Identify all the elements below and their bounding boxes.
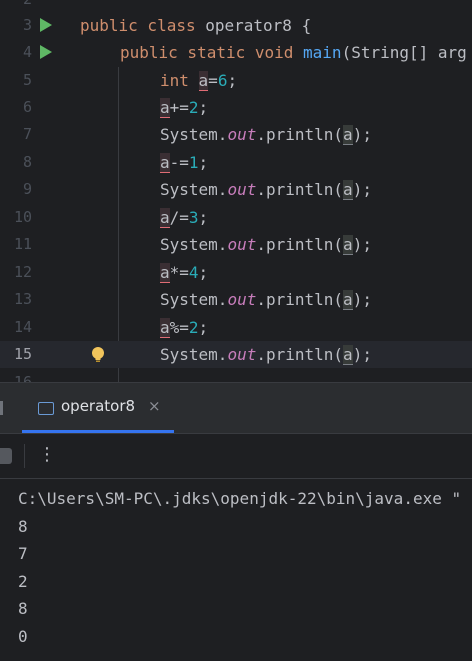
code-text: a*=4; [160,263,209,283]
line-number: 13 [13,290,32,308]
console-command-line: C:\Users\SM-PC\.jdks\openjdk-22\bin\java… [18,489,462,508]
console-output-line: 8 [18,599,28,618]
console-output[interactable]: C:\Users\SM-PC\.jdks\openjdk-22\bin\java… [18,485,461,650]
run-class-icon[interactable] [40,18,52,32]
code-text: a-=1; [160,153,209,173]
run-main-icon[interactable] [40,45,52,59]
line-number: 9 [22,180,32,198]
code-line[interactable]: 13 System.out.println(a); [0,286,472,313]
run-tab-bar: operator8 × [0,383,472,434]
code-line[interactable]: 9 System.out.println(a); [0,176,472,203]
code-line[interactable]: 16 [0,369,472,382]
code-text: System.out.println(a); [160,125,372,145]
code-line[interactable]: 4 public static void main(String[] arg [0,39,472,66]
line-number: 11 [13,235,32,253]
code-text: public static void main(String[] arg [120,43,467,62]
code-text: System.out.println(a); [160,345,372,365]
code-editor[interactable]: 2 3 public class operator8 { 4 public st… [0,0,472,382]
line-number: 16 [13,373,32,382]
run-tool-window: operator8 × ⋮ C:\Users\SM-PC\.jdks\openj… [0,382,472,661]
tab-label: operator8 [61,397,136,415]
code-text: public class operator8 { [80,16,312,35]
line-number: 3 [22,16,32,34]
console-icon [38,402,54,415]
line-number: 15 [13,345,32,363]
code-line[interactable]: 10 a/=3; [0,204,472,231]
line-number: 7 [22,125,32,143]
console-output-line: 0 [18,626,28,646]
toolbar-divider [24,444,25,468]
code-text: System.out.println(a); [160,290,372,310]
code-line[interactable]: 14 a%=2; [0,314,472,341]
run-toolbar: ⋮ [0,434,472,479]
line-number: 5 [22,71,32,89]
tab-bar-edge [0,401,3,415]
code-text: int a=6; [160,71,238,91]
code-line[interactable]: 3 public class operator8 { [0,12,472,39]
console-output-line: 8 [18,516,28,536]
line-number: 14 [13,318,32,336]
line-number: 6 [22,98,32,116]
code-text: a/=3; [160,208,209,228]
stop-icon[interactable] [0,448,12,464]
code-line[interactable]: 8 a-=1; [0,149,472,176]
code-line[interactable]: 6 a+=2; [0,94,472,121]
code-text: System.out.println(a); [160,235,372,255]
console-output-line: 7 [18,544,28,563]
more-options-icon[interactable]: ⋮ [38,444,56,465]
code-text: System.out.println(a); [160,180,372,200]
line-number: 8 [22,153,32,171]
line-number: 12 [13,263,32,281]
lightbulb-icon[interactable] [90,346,106,363]
active-tab-indicator [22,430,174,433]
console-output-line: 2 [18,571,28,591]
code-line[interactable]: 7 System.out.println(a); [0,121,472,148]
line-number: 10 [13,208,32,226]
code-line-current[interactable]: 15 System.out.println(a); [0,341,472,368]
code-text: a+=2; [160,98,209,118]
code-line[interactable]: 11 System.out.println(a); [0,231,472,258]
tab-operator8[interactable]: operator8 × [22,383,174,433]
code-line[interactable]: 12 a*=4; [0,259,472,286]
close-icon[interactable]: × [148,397,161,415]
code-text: a%=2; [160,318,209,338]
code-line[interactable]: 5 int a=6; [0,67,472,94]
line-number: 4 [22,43,32,61]
